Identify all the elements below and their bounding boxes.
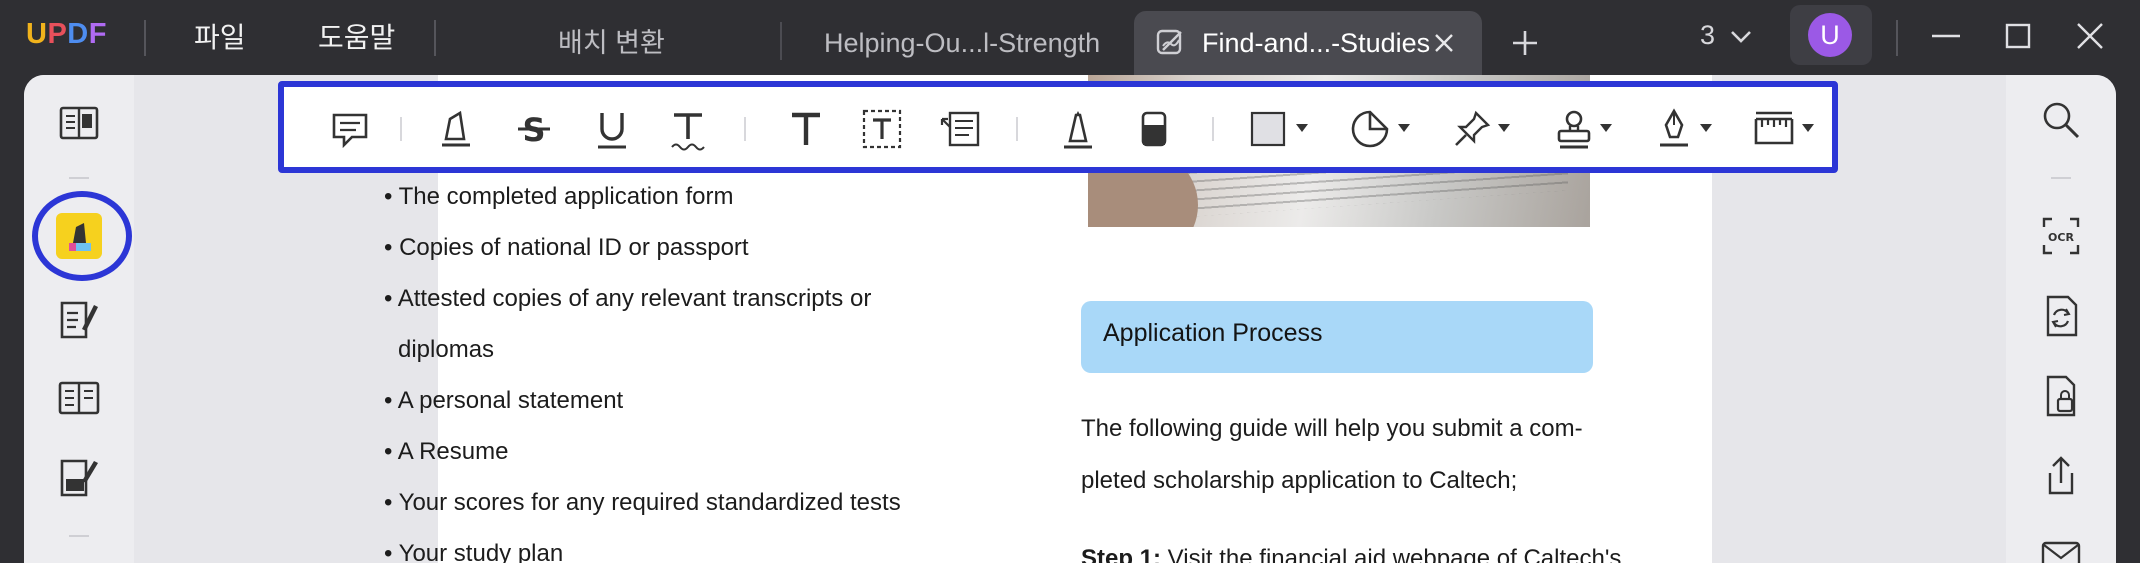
- minimize-icon[interactable]: [1928, 18, 1964, 54]
- list-item: • Your scores for any required standardi…: [384, 489, 901, 516]
- protect-icon[interactable]: [2038, 373, 2084, 419]
- tab-label: Helping-Ou...l-Strength: [824, 28, 1101, 58]
- signature-dropdown-caret[interactable]: [1700, 124, 1712, 132]
- list-item: • Copies of national ID or passport: [384, 234, 749, 261]
- pin-icon[interactable]: [1450, 107, 1494, 151]
- right-tool-rail: OCR: [2006, 75, 2116, 563]
- open-tab-count[interactable]: 3: [1700, 20, 1715, 51]
- email-icon[interactable]: [2038, 533, 2084, 563]
- underline-icon[interactable]: [590, 107, 634, 151]
- annotation-toolbar: S: [278, 81, 1838, 173]
- text-box-icon[interactable]: [860, 107, 904, 151]
- comment-icon[interactable]: [328, 107, 372, 151]
- ocr-icon[interactable]: OCR: [2038, 213, 2084, 259]
- stamp-icon[interactable]: [1552, 107, 1596, 151]
- svg-text:OCR: OCR: [2048, 231, 2074, 244]
- divider: [434, 20, 436, 56]
- close-tab-icon[interactable]: [1432, 31, 1456, 55]
- main-frame: • The completed application form • Copie…: [24, 75, 2116, 563]
- add-tab-icon[interactable]: [1508, 26, 1542, 60]
- step-label: Step 1:: [1081, 545, 1162, 563]
- section-title: Application Process: [1103, 319, 1323, 347]
- section-heading-box: Application Process: [1081, 301, 1593, 373]
- sticker-icon[interactable]: [1348, 107, 1392, 151]
- list-item: • A personal statement: [384, 387, 624, 414]
- sticker-dropdown-caret[interactable]: [1398, 124, 1410, 132]
- menu-file[interactable]: 파일: [194, 16, 246, 56]
- pin-dropdown-caret[interactable]: [1498, 124, 1510, 132]
- list-item: • A Resume: [384, 438, 509, 465]
- tab-label: Find-and...-Studies: [1202, 28, 1431, 58]
- menu-help[interactable]: 도움말: [318, 16, 395, 56]
- shape-dropdown-caret[interactable]: [1296, 124, 1308, 132]
- tab-helping-out[interactable]: Helping-Ou...l-Strength: [824, 11, 1124, 75]
- maximize-icon[interactable]: [2000, 18, 2036, 54]
- divider: [744, 117, 746, 141]
- share-icon[interactable]: [2038, 453, 2084, 499]
- account-button[interactable]: U: [1790, 5, 1872, 65]
- divider: [2051, 177, 2071, 179]
- divider: [1212, 117, 1214, 141]
- divider: [1016, 117, 1018, 141]
- measure-icon[interactable]: [1752, 107, 1796, 151]
- text-icon[interactable]: [784, 107, 828, 151]
- list-item-continuation: diplomas: [398, 336, 495, 363]
- organize-pages-icon[interactable]: [56, 375, 102, 421]
- avatar: U: [1808, 13, 1852, 57]
- paragraph-line: The following guide will help you submit…: [1081, 415, 1583, 442]
- tab-find-and-studies[interactable]: Find-and...-Studies: [1134, 11, 1482, 75]
- callout-icon[interactable]: [938, 107, 982, 151]
- convert-icon[interactable]: [2038, 293, 2084, 339]
- list-item: • The completed application form: [384, 183, 734, 210]
- divider: [144, 20, 146, 56]
- shape-icon[interactable]: [1246, 107, 1290, 151]
- document-signed-icon: [1156, 29, 1182, 55]
- strikethrough-icon[interactable]: S: [512, 107, 556, 151]
- signature-icon[interactable]: [1652, 107, 1696, 151]
- measure-dropdown-caret[interactable]: [1802, 124, 1814, 132]
- eraser-icon[interactable]: [1132, 107, 1176, 151]
- comment-highlighter-icon[interactable]: [56, 213, 102, 259]
- fill-sign-icon[interactable]: [56, 455, 102, 501]
- squiggly-icon[interactable]: [666, 107, 710, 151]
- tab-batch-convert[interactable]: 배치 변환: [558, 11, 758, 75]
- close-window-icon[interactable]: [2072, 18, 2108, 54]
- pencil-icon[interactable]: [1056, 107, 1100, 151]
- divider: [1896, 20, 1898, 56]
- list-item: • Attested copies of any relevant transc…: [384, 285, 872, 312]
- reader-icon[interactable]: [56, 101, 102, 147]
- step-line: Step 1: Visit the financial aid webpage …: [1081, 545, 1621, 563]
- updf-logo[interactable]: UPDF: [26, 18, 107, 51]
- chevron-down-icon[interactable]: [1728, 24, 1754, 48]
- divider: [400, 117, 402, 141]
- list-item: • Your study plan: [384, 540, 564, 563]
- left-tool-rail: [24, 75, 134, 563]
- highlight-icon[interactable]: [434, 107, 478, 151]
- divider: [69, 535, 89, 537]
- stamp-dropdown-caret[interactable]: [1600, 124, 1612, 132]
- title-bar: UPDF 파일 도움말 배치 변환 Helping-Ou...l-Strengt…: [0, 0, 2140, 75]
- step-text: Visit the financial aid webpage of Calte…: [1161, 545, 1622, 563]
- tab-label: 배치 변환: [558, 28, 665, 58]
- edit-pdf-icon[interactable]: [56, 297, 102, 343]
- search-icon[interactable]: [2038, 97, 2084, 143]
- paragraph-line: pleted scholarship application to Caltec…: [1081, 467, 1518, 494]
- divider: [780, 22, 782, 60]
- divider: [69, 177, 89, 179]
